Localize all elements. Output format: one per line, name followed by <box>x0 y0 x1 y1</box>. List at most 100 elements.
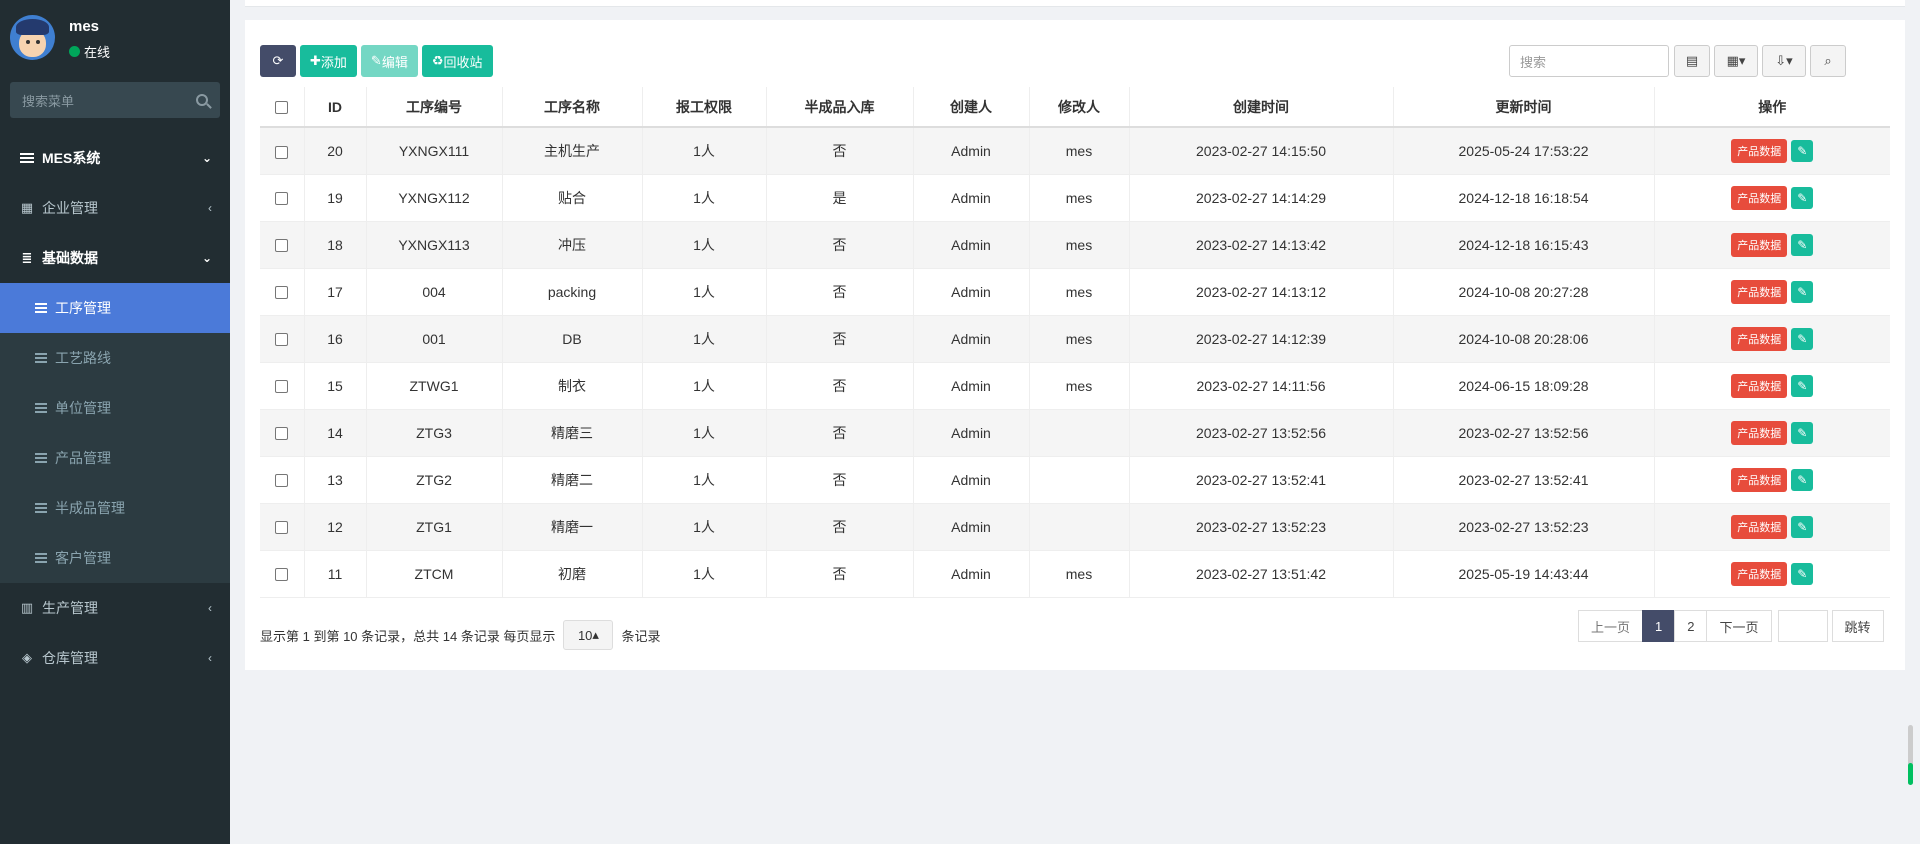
product-data-button[interactable]: 产品数据 <box>1731 373 1788 398</box>
pencil-icon[interactable]: ✎ <box>1791 139 1814 162</box>
col-header[interactable]: 工序编号 <box>366 87 503 128</box>
search-icon[interactable] <box>196 94 208 106</box>
recycle-bin-button[interactable]: ♻ 回收站 <box>421 45 493 77</box>
submenu-item-process[interactable]: 工序管理 <box>0 283 230 333</box>
table-row[interactable]: 18 YXNGX113 冲压 1人 否 Admin mes 2023-02-27… <box>260 221 1890 269</box>
col-header[interactable]: 更新时间 <box>1393 87 1655 128</box>
row-checkbox[interactable] <box>275 380 289 394</box>
product-data-button[interactable]: 产品数据 <box>1731 561 1788 586</box>
select-all-checkbox[interactable] <box>275 101 289 115</box>
table-search-input[interactable]: 搜索 <box>1509 45 1669 77</box>
cell-created: 2023-02-27 13:51:42 <box>1129 550 1394 598</box>
submenu-item-route[interactable]: 工艺路线 <box>0 333 230 383</box>
page-jump-input[interactable] <box>1777 610 1828 642</box>
cell-created: 2023-02-27 14:13:42 <box>1129 221 1394 269</box>
sidebar-search-input[interactable]: 搜索菜单 <box>10 82 220 118</box>
submenu-item-customer[interactable]: 客户管理 <box>0 533 230 583</box>
col-header[interactable]: 创建时间 <box>1129 87 1394 128</box>
pencil-icon[interactable]: ✎ <box>1791 515 1814 538</box>
toggle-view-button[interactable]: ▤ <box>1674 45 1710 77</box>
row-checkbox[interactable] <box>275 427 289 441</box>
cell-creator: Admin <box>913 221 1030 269</box>
table-row[interactable]: 14 ZTG3 精磨三 1人 否 Admin 2023-02-27 13:52:… <box>260 409 1890 457</box>
product-data-button[interactable]: 产品数据 <box>1731 232 1788 257</box>
plus-icon: ✚ <box>310 53 321 68</box>
submenu-item-product[interactable]: 产品管理 <box>0 433 230 483</box>
product-data-button[interactable]: 产品数据 <box>1731 514 1788 539</box>
product-data-button[interactable]: 产品数据 <box>1731 279 1788 304</box>
pencil-icon[interactable]: ✎ <box>1791 186 1814 209</box>
table-row[interactable]: 15 ZTWG1 制衣 1人 否 Admin mes 2023-02-27 14… <box>260 362 1890 410</box>
col-header[interactable]: 报工权限 <box>642 87 767 128</box>
menu-item-basic-data[interactable]: ≣ 基础数据 ⌄ <box>0 233 230 283</box>
row-checkbox[interactable] <box>275 333 289 347</box>
submenu-item-semi-product[interactable]: 半成品管理 <box>0 483 230 533</box>
row-checkbox[interactable] <box>275 192 289 206</box>
cell-updated: 2023-02-27 13:52:41 <box>1393 456 1655 504</box>
cell-code: 004 <box>366 268 503 316</box>
select-all-header <box>260 87 305 128</box>
advanced-search-button[interactable]: ⌕ <box>1810 45 1846 77</box>
submenu-item-unit[interactable]: 单位管理 <box>0 383 230 433</box>
product-data-button[interactable]: 产品数据 <box>1731 185 1788 210</box>
row-checkbox[interactable] <box>275 568 289 582</box>
table-row[interactable]: 11 ZTCM 初磨 1人 否 Admin mes 2023-02-27 13:… <box>260 550 1890 598</box>
menu-item-mes-system[interactable]: MES系统 ⌄ <box>0 133 230 183</box>
col-header[interactable]: 创建人 <box>913 87 1030 128</box>
jump-button[interactable]: 跳转 <box>1831 610 1884 642</box>
product-data-button[interactable]: 产品数据 <box>1731 326 1788 351</box>
refresh-button[interactable]: ⟳ <box>260 45 296 77</box>
row-checkbox[interactable] <box>275 286 289 300</box>
product-data-button[interactable]: 产品数据 <box>1731 467 1788 492</box>
export-button[interactable]: ⇩▾ <box>1762 45 1806 77</box>
col-header[interactable]: 半成品入库 <box>766 87 914 128</box>
row-checkbox[interactable] <box>275 239 289 253</box>
cell-actions: 产品数据 ✎ <box>1654 456 1890 504</box>
pencil-icon[interactable]: ✎ <box>1791 468 1814 491</box>
table-row[interactable]: 13 ZTG2 精磨二 1人 否 Admin 2023-02-27 13:52:… <box>260 456 1890 504</box>
next-page-button[interactable]: 下一页 <box>1706 610 1772 642</box>
row-checkbox[interactable] <box>275 521 289 535</box>
columns-button[interactable]: ▦▾ <box>1714 45 1758 77</box>
sidebar-menu: MES系统 ⌄ ▦ 企业管理 ‹ ≣ 基础数据 ⌄ 工序管理 工艺路线 单位管理… <box>0 133 230 683</box>
cell-semi: 否 <box>766 409 914 457</box>
toolbar: ⟳ ✚ 添加 ✎ 编辑 ♻ 回收站 <box>260 45 493 77</box>
pencil-icon[interactable]: ✎ <box>1791 421 1814 444</box>
page-size-select[interactable]: 10 ▴ <box>563 620 614 650</box>
add-button[interactable]: ✚ 添加 <box>300 45 357 77</box>
cell-creator: Admin <box>913 127 1030 175</box>
table-row[interactable]: 17 004 packing 1人 否 Admin mes 2023-02-27… <box>260 268 1890 316</box>
cell-id: 20 <box>304 127 367 175</box>
row-checkbox[interactable] <box>275 145 289 159</box>
product-data-button[interactable]: 产品数据 <box>1731 138 1788 163</box>
table-row[interactable]: 12 ZTG1 精磨一 1人 否 Admin 2023-02-27 13:52:… <box>260 503 1890 551</box>
col-header[interactable]: 工序名称 <box>502 87 643 128</box>
clipboard-icon: ▤ <box>1685 53 1699 68</box>
pencil-icon[interactable]: ✎ <box>1791 562 1814 585</box>
page-1-button[interactable]: 1 <box>1642 610 1676 642</box>
page-2-button[interactable]: 2 <box>1674 610 1708 642</box>
row-checkbox[interactable] <box>275 474 289 488</box>
pencil-icon[interactable]: ✎ <box>1791 327 1814 350</box>
scroll-indicator[interactable] <box>1908 725 1913 785</box>
table-row[interactable]: 16 001 DB 1人 否 Admin mes 2023-02-27 14:1… <box>260 315 1890 363</box>
cell-semi: 否 <box>766 550 914 598</box>
pencil-icon[interactable]: ✎ <box>1791 280 1814 303</box>
cell-modifier: mes <box>1029 127 1130 175</box>
menu-item-label: 生产管理 <box>42 600 98 616</box>
col-header[interactable]: 修改人 <box>1029 87 1130 128</box>
pencil-icon[interactable]: ✎ <box>1791 374 1814 397</box>
menu-item-enterprise[interactable]: ▦ 企业管理 ‹ <box>0 183 230 233</box>
table-row[interactable]: 19 YXNGX112 贴合 1人 是 Admin mes 2023-02-27… <box>260 174 1890 222</box>
pencil-icon[interactable]: ✎ <box>1791 233 1814 256</box>
menu-item-warehouse[interactable]: ◈ 仓库管理 ‹ <box>0 633 230 683</box>
cell-updated: 2024-12-18 16:15:43 <box>1393 221 1655 269</box>
table-row[interactable]: 20 YXNGX111 主机生产 1人 否 Admin mes 2023-02-… <box>260 127 1890 175</box>
chevron-left-icon: ‹ <box>208 651 212 665</box>
col-header[interactable]: ID <box>304 87 367 128</box>
avatar[interactable] <box>10 15 55 60</box>
product-data-button[interactable]: 产品数据 <box>1731 420 1788 445</box>
menu-item-production[interactable]: ▥ 生产管理 ‹ <box>0 583 230 633</box>
prev-page-button[interactable]: 上一页 <box>1578 610 1644 642</box>
edit-button[interactable]: ✎ 编辑 <box>360 45 418 77</box>
